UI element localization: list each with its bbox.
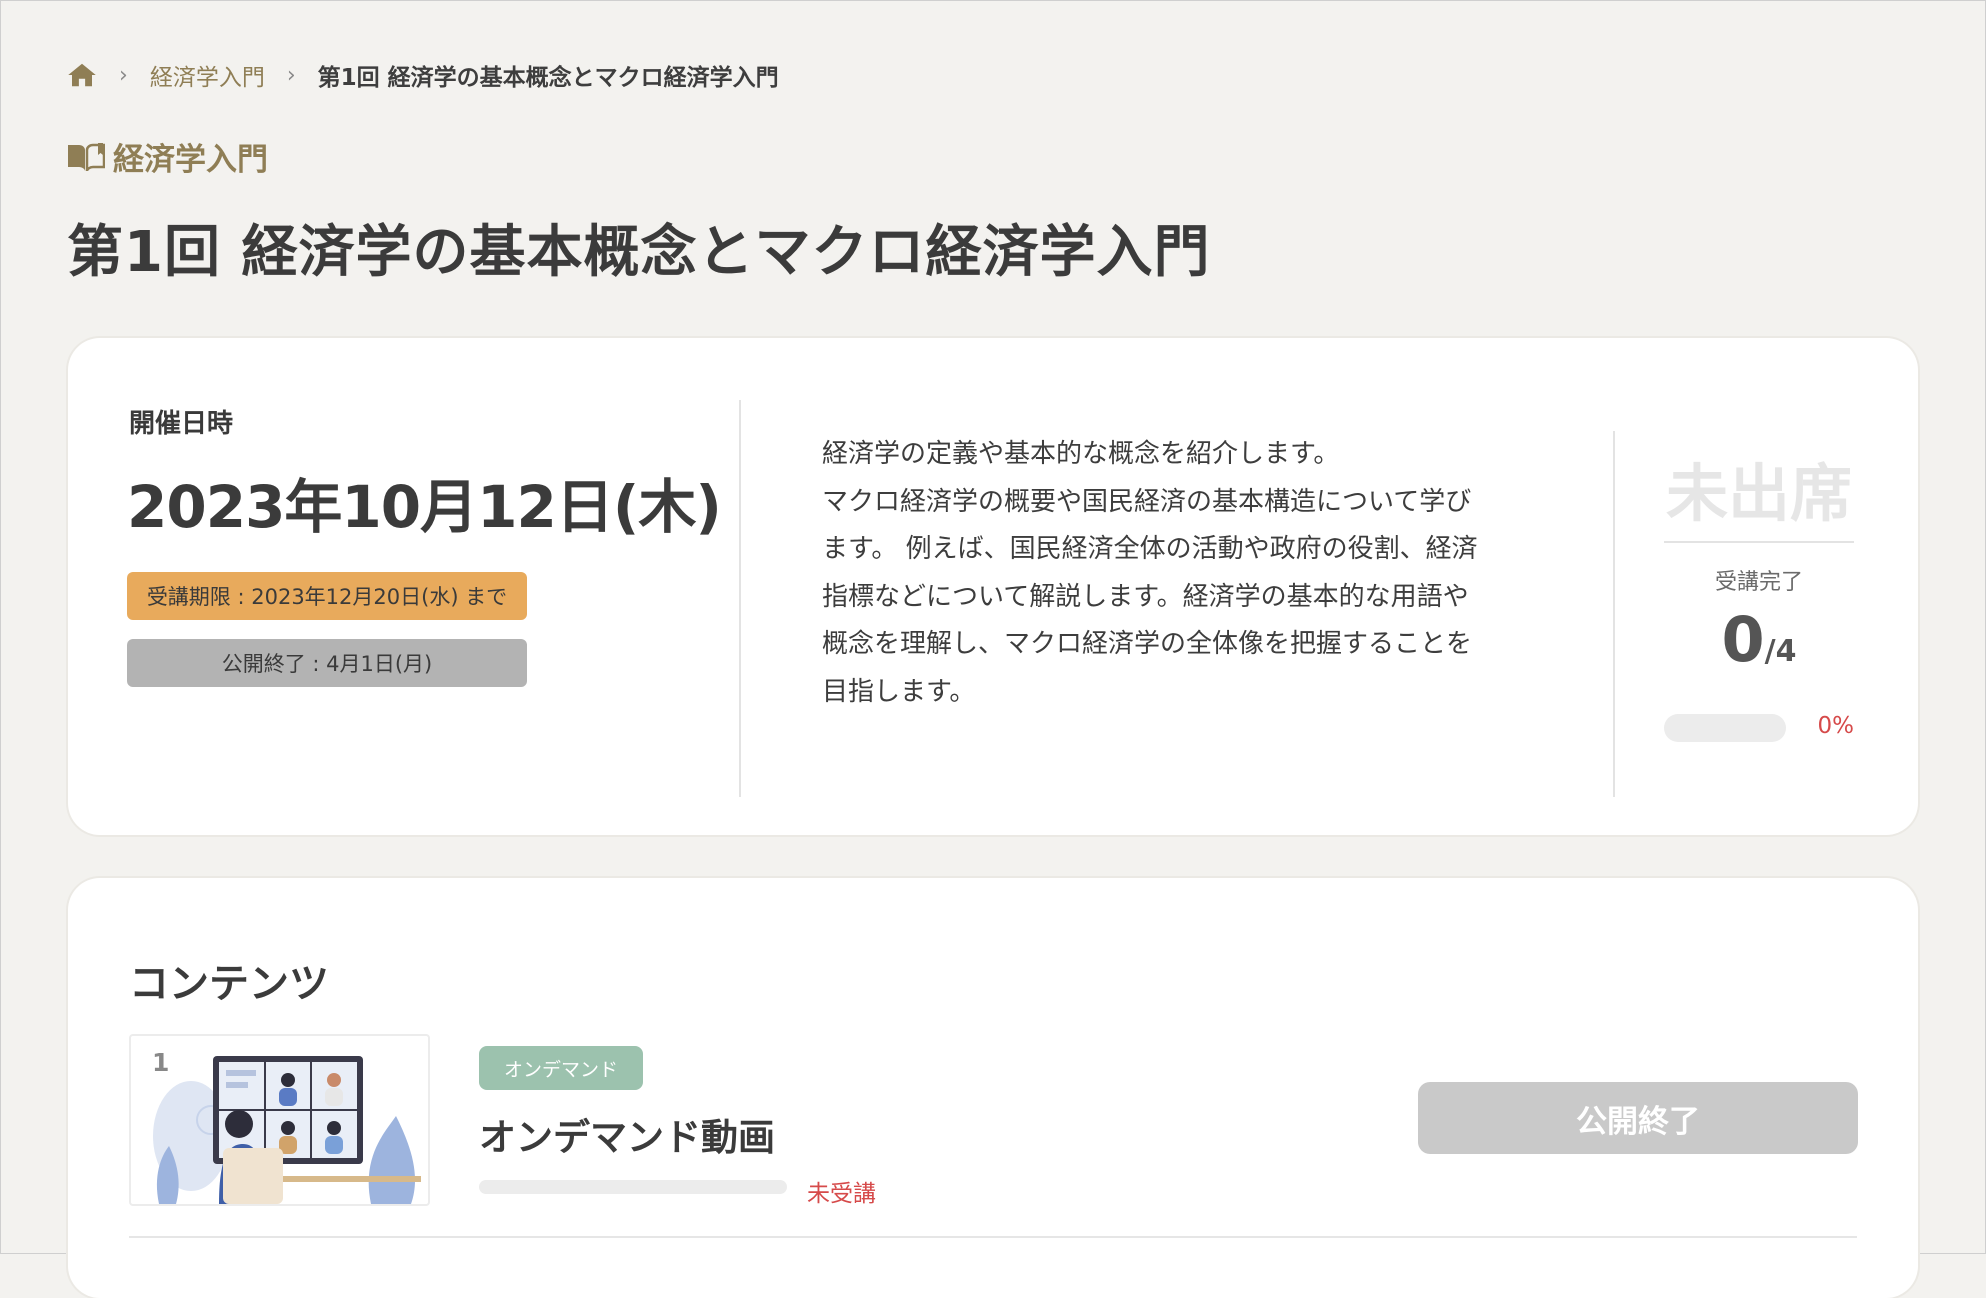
breadcrumb-separator: › [286,62,296,88]
home-icon[interactable] [67,61,97,89]
completion-label: 受講完了 [1714,570,1803,595]
content-type-badge: オンデマンド [479,1046,643,1090]
content-item: 1 オンデマンド オンデマンド動画 未受講 公開終了 [129,1034,1858,1224]
description-line: 指標などについて解説します。経済学の基本的な用語や [822,581,1469,612]
content-title[interactable]: オンデマンド動画 [479,1107,775,1161]
contents-card: コンテンツ 1 オンデマンド オンデマンド動画 未受講 公開終了 [68,878,1918,1298]
lecture-description: 経済学の定義や基本的な概念を紹介します。 マクロ経済学の概要や国民経済の基本構造… [822,431,1552,716]
description-line: 目指します。 [822,676,976,707]
book-icon [68,142,105,171]
content-number: 1 [152,1048,170,1077]
completed-count: 0 [1721,603,1765,676]
description-line: 概念を理解し、マクロ経済学の全体像を把握することを [822,629,1473,659]
divider [1664,541,1854,543]
contents-heading: コンテンツ [129,961,329,1007]
course-label: 経済学入門 [67,134,268,179]
content-thumbnail[interactable]: 1 [129,1034,430,1206]
published-end-badge: 公開終了 : 4月1日(月) [127,639,527,687]
course-label-text: 経済学入門 [113,142,268,178]
completion-percent: 0% [1817,713,1855,739]
breadcrumb-current: 第1回 経済学の基本概念とマクロ経済学入門 [317,65,779,91]
completion-count: 0/4 [1664,603,1854,676]
schedule-date: 2023年10月12日(木) [127,473,722,541]
breadcrumb-course-link[interactable]: 経済学入門 [150,58,265,92]
page-title: 第1回 経済学の基本概念とマクロ経済学入門 [67,220,1211,285]
deadline-badge: 受講期限 : 2023年12月20日(水) まで [127,572,527,620]
content-progress-bar [479,1180,787,1194]
completion-progress-bar [1664,714,1786,742]
divider [129,1236,1857,1238]
published-end-button[interactable]: 公開終了 [1418,1082,1858,1154]
description-line: 経済学の定義や基本的な概念を紹介します。 [822,439,1340,469]
content-status: 未受講 [807,1181,876,1207]
divider [1613,431,1615,797]
breadcrumb-separator: › [119,62,128,88]
lecture-info-card: 開催日時 2023年10月12日(木) 受講期限 : 2023年12月20日(水… [68,338,1918,835]
description-line: マクロ経済学の概要や国民経済の基本構造について学び [822,486,1472,517]
attendance-status: 未出席 [1665,457,1852,530]
breadcrumb: › 経済学入門 › 第1回 経済学の基本概念とマクロ経済学入門 [67,59,779,91]
divider [739,400,741,797]
description-line: ます。 例えば、国民経済全体の活動や政府の役割、経済 [822,534,1478,564]
video-conference-illustration [153,1056,421,1204]
total-count: /4 [1764,634,1797,669]
schedule-label: 開催日時 [129,409,234,439]
